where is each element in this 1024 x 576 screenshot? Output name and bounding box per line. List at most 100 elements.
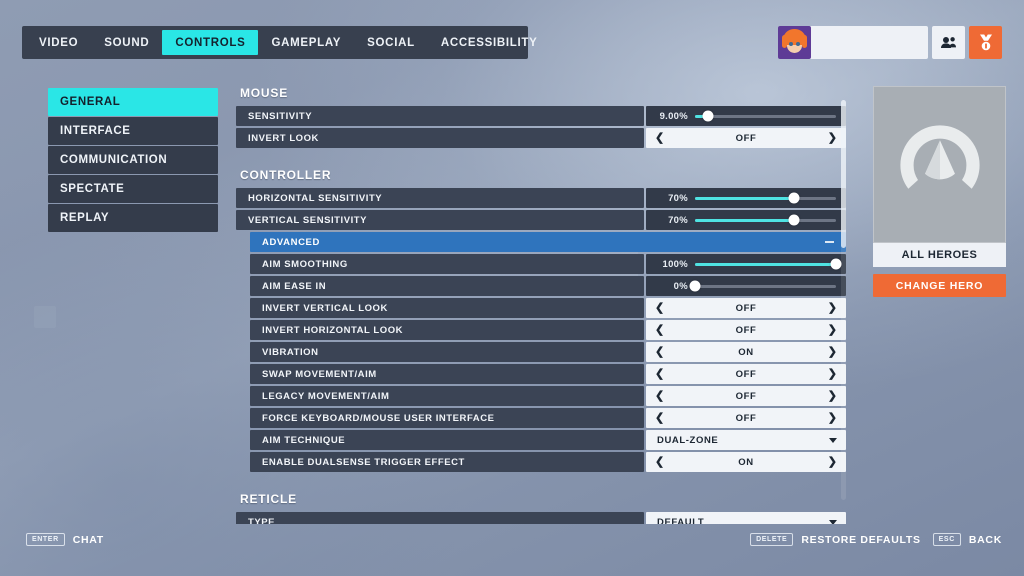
settings-sidebar: GENERAL INTERFACE COMMUNICATION SPECTATE REP… — [48, 88, 218, 233]
chevron-right-icon[interactable]: ❯ — [828, 132, 837, 144]
toggle-control-invert-horizontal-look[interactable]: ❮ OFF ❯ — [646, 320, 846, 340]
setting-row-invert-horizontal-look: INVERT HORIZONTAL LOOK ❮ OFF ❯ — [250, 320, 846, 340]
setting-row-legacy-movement-aim: LEGACY MOVEMENT/AIM ❮ OFF ❯ — [250, 386, 846, 406]
slider-track-aim-ease-in[interactable] — [689, 280, 836, 292]
hint-back[interactable]: ESC BACK — [932, 533, 1002, 546]
toggle-control-swap-movement-aim[interactable]: ❮ OFF ❯ — [646, 364, 846, 384]
chevron-left-icon[interactable]: ❮ — [655, 390, 664, 402]
sidebar-item-interface[interactable]: INTERFACE — [48, 117, 218, 145]
tab-sound[interactable]: SOUND — [91, 30, 162, 55]
sidebar-item-replay[interactable]: REPLAY — [48, 204, 218, 232]
profile-cluster — [778, 26, 1002, 59]
setting-label-vibration: VIBRATION — [250, 342, 644, 362]
slider-control-sensitivity[interactable]: 9.00% — [646, 106, 846, 126]
background-artifact — [34, 306, 56, 328]
slider-track-horizontal-sensitivity[interactable] — [695, 192, 836, 204]
slider-control-aim-ease-in[interactable]: 0% — [646, 276, 846, 296]
tab-video[interactable]: VIDEO — [26, 30, 91, 55]
group-header-advanced[interactable]: ADVANCED — [250, 232, 846, 252]
chevron-left-icon[interactable]: ❮ — [655, 368, 664, 380]
player-name-plate[interactable] — [778, 26, 928, 59]
slider-knob-horizontal-sensitivity[interactable] — [788, 192, 800, 204]
chevron-right-icon[interactable]: ❯ — [828, 390, 837, 402]
setting-row-force-keyboard-mouse-user-interface: FORCE KEYBOARD/MOUSE USER INTERFACE ❮ OFF ❯ — [250, 408, 846, 428]
chevron-left-icon[interactable]: ❮ — [655, 302, 664, 314]
tab-controls[interactable]: CONTROLS — [162, 30, 259, 55]
hero-name-label: ALL HEROES — [873, 243, 1006, 267]
chevron-left-icon[interactable]: ❮ — [655, 132, 664, 144]
chevron-right-icon[interactable]: ❯ — [828, 346, 837, 358]
setting-label-legacy-movement-aim: LEGACY MOVEMENT/AIM — [250, 386, 644, 406]
toggle-control-invert-vertical-look[interactable]: ❮ OFF ❯ — [646, 298, 846, 318]
setting-label-swap-movement-aim: SWAP MOVEMENT/AIM — [250, 364, 644, 384]
chevron-right-icon[interactable]: ❯ — [828, 456, 837, 468]
setting-row-aim-technique: AIM TECHNIQUE DUAL-ZONE — [250, 430, 846, 450]
sidebar-item-spectate[interactable]: SPECTATE — [48, 175, 218, 203]
slider-control-aim-smoothing[interactable]: 100% — [646, 254, 846, 274]
slider-value-aim-smoothing: 100% — [662, 258, 688, 270]
setting-row-type: TYPE DEFAULT — [236, 512, 846, 524]
group-header-label: ADVANCED — [262, 236, 320, 248]
toggle-control-enable-dualsense-trigger-effect[interactable]: ❮ ON ❯ — [646, 452, 846, 472]
dropdown-control-aim-technique[interactable]: DUAL-ZONE — [646, 430, 846, 450]
settings-panel: MOUSE SENSITIVITY 9.00% INVERT LOOK ❮ OFF ❯ CON… — [236, 86, 846, 524]
slider-knob-sensitivity[interactable] — [702, 110, 714, 122]
slider-control-vertical-sensitivity[interactable]: 70% — [646, 210, 846, 230]
toggle-value-legacy-movement-aim: OFF — [735, 390, 757, 402]
chevron-left-icon[interactable]: ❮ — [655, 324, 664, 336]
chevron-down-icon[interactable] — [829, 437, 837, 443]
slider-track-aim-smoothing[interactable] — [695, 258, 842, 270]
tab-gameplay[interactable]: GAMEPLAY — [258, 30, 354, 55]
setting-label-invert-vertical-look: INVERT VERTICAL LOOK — [250, 298, 644, 318]
slider-track-vertical-sensitivity[interactable] — [695, 214, 836, 226]
setting-label-force-keyboard-mouse-user-interface: FORCE KEYBOARD/MOUSE USER INTERFACE — [250, 408, 644, 428]
dropdown-value-aim-technique: DUAL-ZONE — [657, 434, 719, 446]
toggle-control-vibration[interactable]: ❮ ON ❯ — [646, 342, 846, 362]
footer-left-hints: ENTER CHAT — [26, 533, 104, 546]
tab-accessibility[interactable]: ACCESSIBILITY — [428, 30, 551, 55]
chevron-down-icon[interactable] — [829, 519, 837, 524]
dropdown-control-type[interactable]: DEFAULT — [646, 512, 846, 524]
owl-token-button[interactable] — [969, 26, 1002, 59]
setting-label-enable-dualsense-trigger-effect: ENABLE DUALSENSE TRIGGER EFFECT — [250, 452, 644, 472]
avatar[interactable] — [778, 26, 811, 59]
dropdown-value-type: DEFAULT — [657, 516, 705, 525]
hint-restore-defaults[interactable]: DELETE RESTORE DEFAULTS — [750, 533, 921, 546]
chevron-left-icon[interactable]: ❮ — [655, 346, 664, 358]
chevron-right-icon[interactable]: ❯ — [828, 324, 837, 336]
change-hero-button[interactable]: CHANGE HERO — [873, 274, 1006, 297]
slider-track-sensitivity[interactable] — [695, 110, 836, 122]
social-icon-button[interactable] — [932, 26, 965, 59]
scrollbar-thumb[interactable] — [841, 100, 846, 248]
footer-right-hints: DELETE RESTORE DEFAULTS ESC BACK — [750, 533, 1002, 546]
hint-chat[interactable]: ENTER CHAT — [26, 533, 104, 546]
keycap-esc: ESC — [932, 533, 961, 546]
tab-social[interactable]: SOCIAL — [354, 30, 428, 55]
sidebar-item-communication[interactable]: COMMUNICATION — [48, 146, 218, 174]
minus-icon[interactable] — [825, 241, 834, 243]
slider-value-vertical-sensitivity: 70% — [668, 214, 688, 226]
slider-knob-aim-ease-in[interactable] — [689, 280, 701, 292]
toggle-control-legacy-movement-aim[interactable]: ❮ OFF ❯ — [646, 386, 846, 406]
chevron-left-icon[interactable]: ❮ — [655, 412, 664, 424]
setting-label-aim-technique: AIM TECHNIQUE — [250, 430, 644, 450]
slider-knob-vertical-sensitivity[interactable] — [788, 214, 800, 226]
setting-row-invert-vertical-look: INVERT VERTICAL LOOK ❮ OFF ❯ — [250, 298, 846, 318]
settings-scrollbar[interactable] — [841, 100, 846, 500]
setting-row-aim-ease-in: AIM EASE IN 0% — [250, 276, 846, 296]
chevron-right-icon[interactable]: ❯ — [828, 368, 837, 380]
setting-row-enable-dualsense-trigger-effect: ENABLE DUALSENSE TRIGGER EFFECT ❮ ON ❯ — [250, 452, 846, 472]
hero-portrait-card — [873, 86, 1006, 243]
slider-knob-aim-smoothing[interactable] — [830, 258, 842, 270]
toggle-control-force-keyboard-mouse-user-interface[interactable]: ❮ OFF ❯ — [646, 408, 846, 428]
toggle-value-force-keyboard-mouse-user-interface: OFF — [735, 412, 757, 424]
chevron-right-icon[interactable]: ❯ — [828, 302, 837, 314]
slider-value-aim-ease-in: 0% — [673, 280, 688, 292]
chevron-right-icon[interactable]: ❯ — [828, 412, 837, 424]
slider-control-horizontal-sensitivity[interactable]: 70% — [646, 188, 846, 208]
sidebar-item-general[interactable]: GENERAL — [48, 88, 218, 116]
setting-row-horizontal-sensitivity: HORIZONTAL SENSITIVITY 70% — [236, 188, 846, 208]
chevron-left-icon[interactable]: ❮ — [655, 456, 664, 468]
slider-value-horizontal-sensitivity: 70% — [668, 192, 688, 204]
toggle-control-invert-look[interactable]: ❮ OFF ❯ — [646, 128, 846, 148]
